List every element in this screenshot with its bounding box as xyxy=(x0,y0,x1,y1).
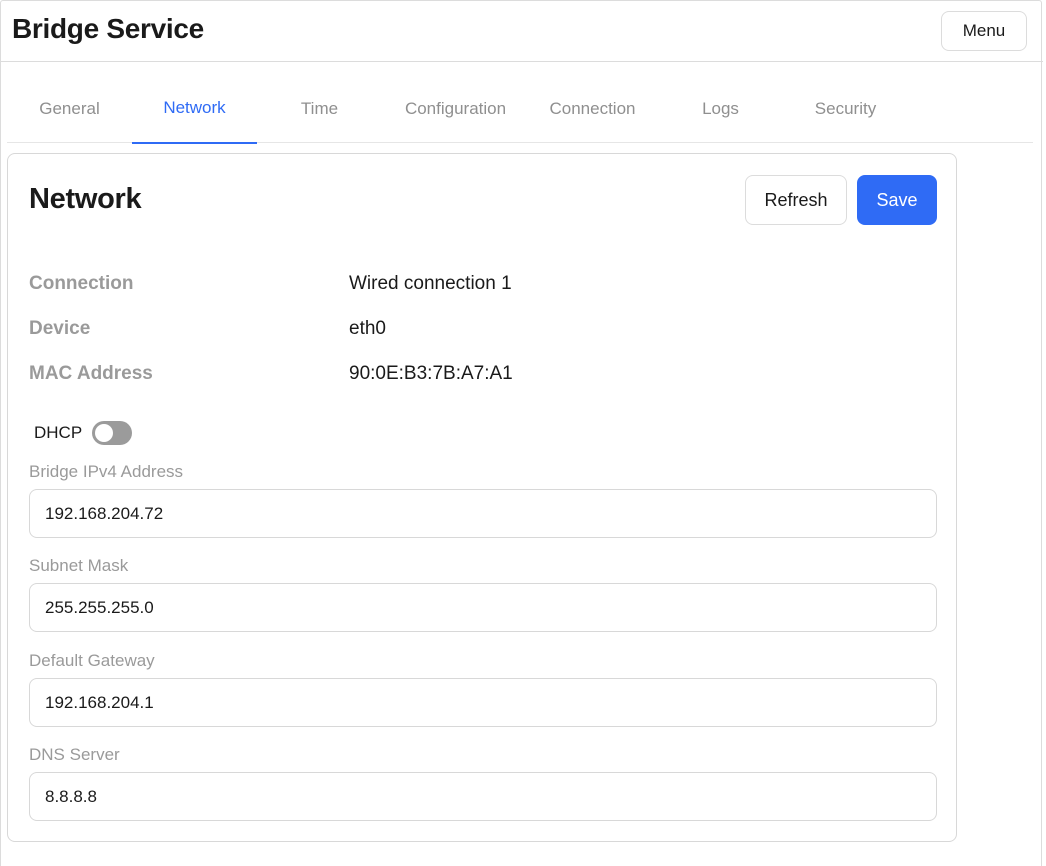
subnet-mask-label: Subnet Mask xyxy=(29,556,129,575)
dns-server-input[interactable] xyxy=(29,772,937,821)
toggle-knob xyxy=(95,424,114,442)
tab-connection[interactable]: Connection xyxy=(530,73,655,144)
ipv4-address-input[interactable] xyxy=(29,489,937,538)
menu-button[interactable]: Menu xyxy=(941,11,1027,51)
device-label: Device xyxy=(29,318,91,339)
tab-configuration[interactable]: Configuration xyxy=(393,73,518,144)
mac-address-label: MAC Address xyxy=(29,363,153,384)
dhcp-row: DHCP xyxy=(34,420,133,446)
dhcp-toggle[interactable] xyxy=(92,421,133,445)
connection-value: Wired connection 1 xyxy=(349,273,512,294)
tab-general[interactable]: General xyxy=(7,73,132,144)
default-gateway-label: Default Gateway xyxy=(29,651,155,670)
ipv4-address-label: Bridge IPv4 Address xyxy=(29,462,184,481)
panel-title: Network xyxy=(29,183,142,215)
tab-network[interactable]: Network xyxy=(132,73,257,144)
network-panel: Network Refresh Save Connection Wired co… xyxy=(7,153,957,842)
device-value: eth0 xyxy=(349,318,386,339)
tab-logs[interactable]: Logs xyxy=(658,73,783,144)
dns-server-label: DNS Server xyxy=(29,745,120,764)
tab-security[interactable]: Security xyxy=(783,73,908,144)
refresh-button[interactable]: Refresh xyxy=(745,175,847,225)
app-title: Bridge Service xyxy=(12,13,204,44)
subnet-mask-input[interactable] xyxy=(29,583,937,632)
tab-time[interactable]: Time xyxy=(257,73,382,144)
mac-address-value: 90:0E:B3:7B:A7:A1 xyxy=(349,363,513,384)
app-header: Bridge Service Menu xyxy=(1,1,1043,62)
tab-bar: General Network Time Configuration Conne… xyxy=(7,73,1033,144)
app-window: Bridge Service Menu General Network Time… xyxy=(0,0,1043,866)
connection-label: Connection xyxy=(29,273,134,294)
save-button[interactable]: Save xyxy=(857,175,937,225)
default-gateway-input[interactable] xyxy=(29,678,937,727)
dhcp-label: DHCP xyxy=(34,423,83,442)
